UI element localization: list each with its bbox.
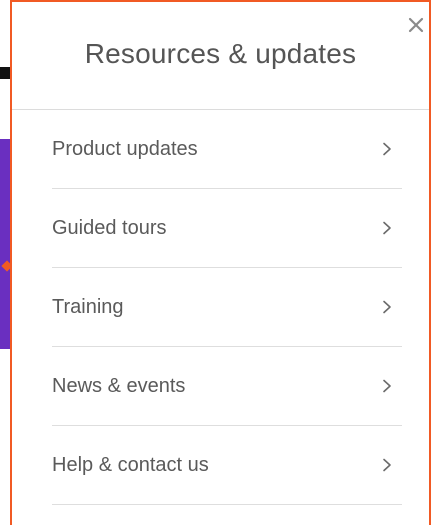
screen: Resources & updates Product updates Guid… [0, 0, 433, 525]
chevron-right-icon [380, 300, 394, 314]
menu-item-label: Guided tours [52, 216, 167, 239]
menu-item-label: News & events [52, 374, 186, 397]
chevron-right-icon [380, 221, 394, 235]
panel-header: Resources & updates [12, 2, 429, 110]
chevron-right-icon [380, 458, 394, 472]
resources-menu: Product updates Guided tours Training Ne… [52, 110, 402, 505]
chevron-right-icon [380, 142, 394, 156]
close-button[interactable] [405, 14, 427, 36]
menu-item-product-updates[interactable]: Product updates [52, 110, 402, 189]
menu-item-news-events[interactable]: News & events [52, 347, 402, 426]
close-icon [408, 17, 424, 33]
menu-item-training[interactable]: Training [52, 268, 402, 347]
menu-item-guided-tours[interactable]: Guided tours [52, 189, 402, 268]
menu-item-label: Product updates [52, 137, 198, 160]
menu-item-help-contact[interactable]: Help & contact us [52, 426, 402, 505]
panel-title: Resources & updates [84, 38, 357, 69]
resources-panel: Resources & updates Product updates Guid… [10, 0, 431, 525]
menu-item-label: Training [52, 295, 124, 318]
menu-item-label: Help & contact us [52, 453, 209, 476]
chevron-right-icon [380, 379, 394, 393]
